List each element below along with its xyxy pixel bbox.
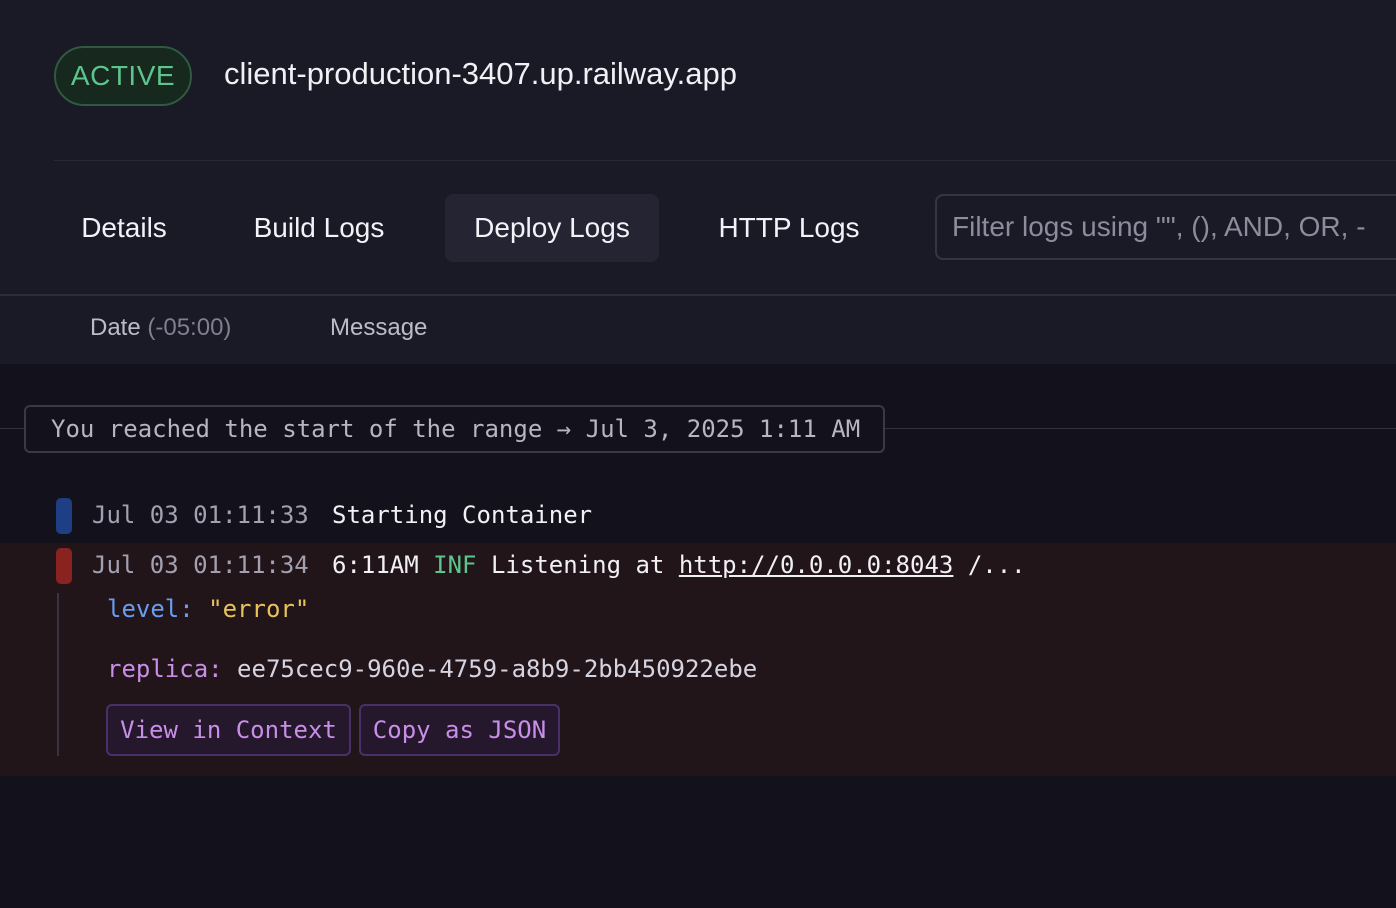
log-timestamp: Jul 03 01:11:34 <box>92 551 309 579</box>
tab-build-logs[interactable]: Build Logs <box>224 194 414 262</box>
log-level-marker <box>56 498 72 534</box>
log-text: Listening at <box>490 551 665 579</box>
log-level-tag: INF <box>433 551 477 579</box>
date-column-label: Date <box>90 314 141 341</box>
view-in-context-button[interactable]: View in Context <box>106 704 351 756</box>
log-row[interactable]: Jul 03 01:11:33 Starting Container <box>0 490 1396 543</box>
log-filter-input[interactable] <box>950 210 1396 244</box>
log-message: 6:11AM INF Listening at http://0.0.0.0:8… <box>332 551 1026 579</box>
log-suffix: /... <box>967 551 1026 579</box>
attribute-guide-line <box>57 593 59 756</box>
attribute-key: level: <box>107 595 194 623</box>
log-filter-box[interactable] <box>935 194 1396 260</box>
tab-deploy-logs[interactable]: Deploy Logs <box>445 194 659 262</box>
attribute-level: level: "error" <box>107 595 309 623</box>
header-divider <box>54 160 1396 161</box>
tab-details[interactable]: Details <box>54 194 194 262</box>
deployment-header: ACTIVE client-production-3407.up.railway… <box>0 0 1396 296</box>
log-level-marker <box>56 548 72 584</box>
log-row-expanded[interactable]: Jul 03 01:11:34 6:11AM INF Listening at … <box>0 543 1396 776</box>
log-timestamp: Jul 03 01:11:33 <box>92 501 309 529</box>
log-time: 6:11AM <box>332 551 419 579</box>
tab-http-logs[interactable]: HTTP Logs <box>690 194 888 262</box>
log-link[interactable]: http://0.0.0.0:8043 <box>679 551 954 579</box>
message-column-header: Message <box>330 314 428 341</box>
attribute-value: ee75cec9-960e-4759-a8b9-2bb450922ebe <box>237 655 758 683</box>
timezone-label: (-05:00) <box>147 314 232 341</box>
attribute-value: "error" <box>208 595 310 623</box>
date-column-header[interactable]: Date (-05:00) <box>90 314 231 342</box>
status-badge: ACTIVE <box>54 46 192 106</box>
copy-as-json-button[interactable]: Copy as JSON <box>359 704 560 756</box>
range-start-notice: You reached the start of the range → Jul… <box>24 405 885 453</box>
attribute-key: replica: <box>107 655 223 683</box>
attribute-replica: replica: ee75cec9-960e-4759-a8b9-2bb4509… <box>107 655 757 683</box>
log-column-header: Date (-05:00) Message <box>0 296 1396 364</box>
log-message: Starting Container <box>332 501 593 529</box>
deployment-url[interactable]: client-production-3407.up.railway.app <box>224 56 737 92</box>
